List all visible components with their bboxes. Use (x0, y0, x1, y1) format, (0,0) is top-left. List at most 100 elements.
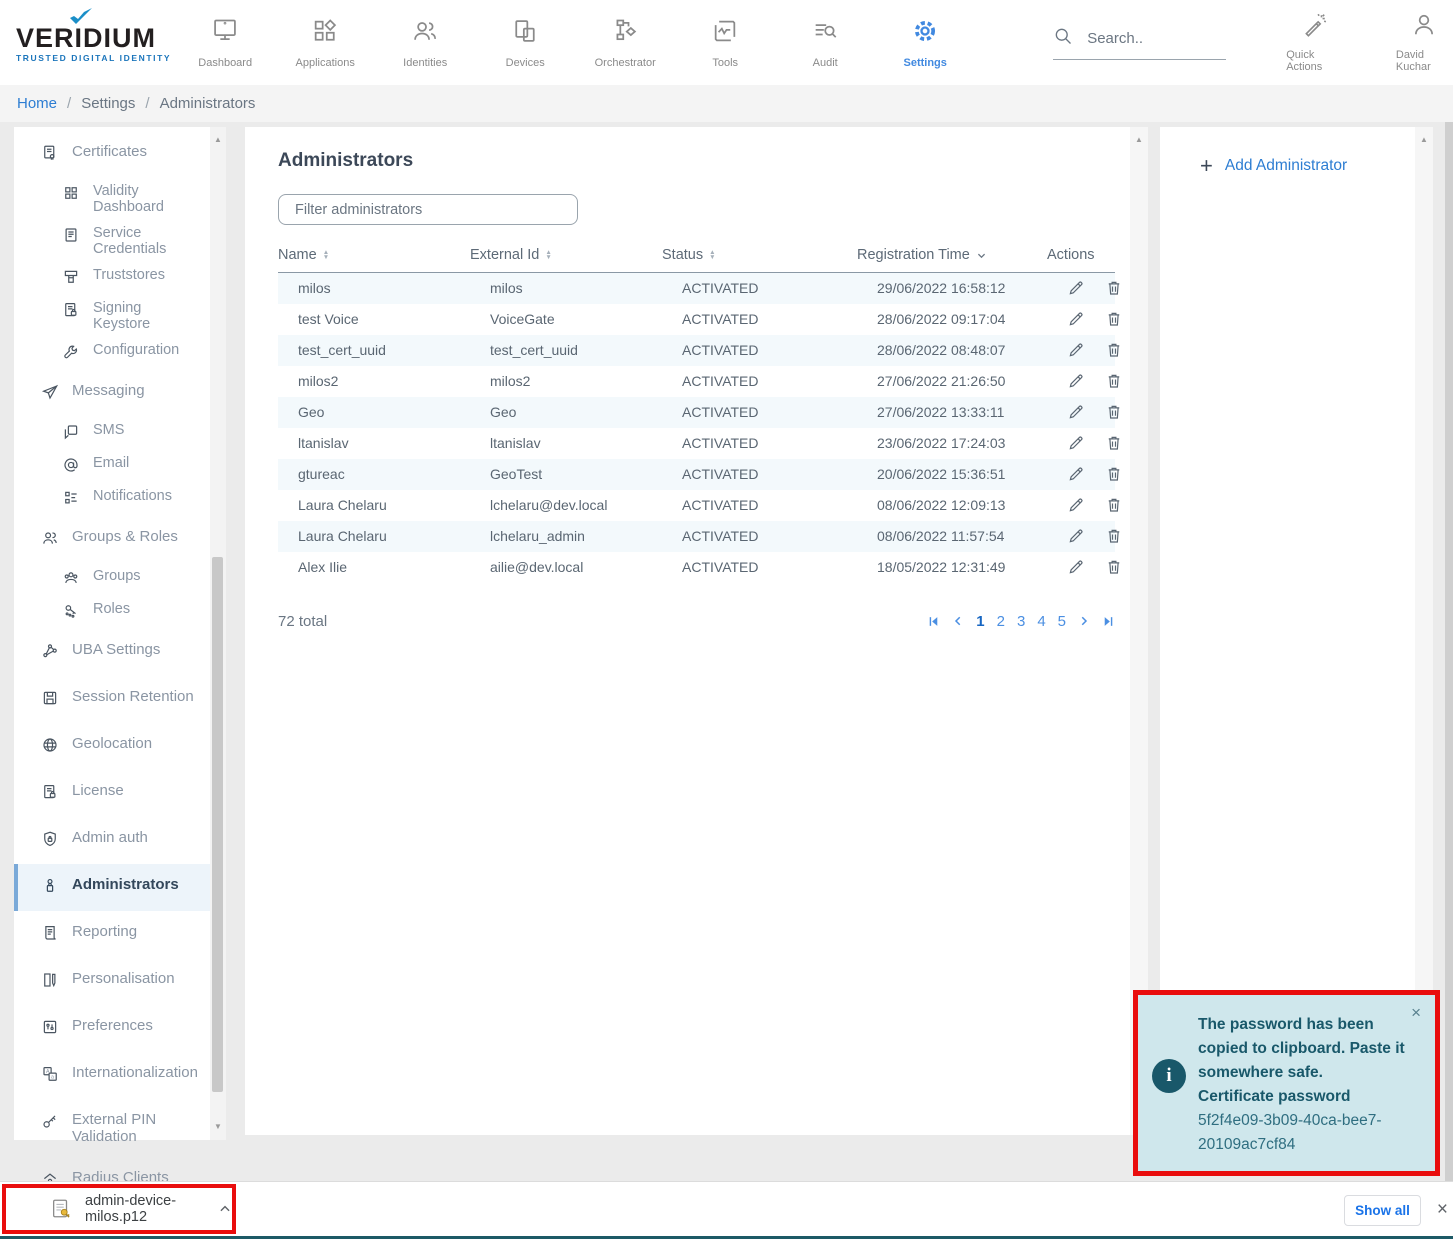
column-header-status[interactable]: Status▲▼ (662, 239, 857, 273)
chevron-up-icon[interactable] (218, 1202, 232, 1216)
sidebar-item-email[interactable]: Email (14, 450, 210, 483)
sidebar-item-license[interactable]: License (14, 770, 210, 817)
nav-devices[interactable]: Devices (475, 17, 575, 69)
edit-button[interactable] (1067, 341, 1085, 359)
first-page-button[interactable] (927, 615, 940, 628)
nav-tools[interactable]: Tools (675, 17, 775, 69)
sidebar-item-validity-dashboard[interactable]: Validity Dashboard (14, 178, 210, 220)
nav-audit[interactable]: Audit (775, 17, 875, 69)
main-scrollbar: ▲ (1130, 127, 1148, 1135)
sidebar-item-preferences[interactable]: Preferences (14, 1005, 210, 1052)
page-scrollbar[interactable] (1445, 122, 1453, 1181)
sidebar-item-session-retention[interactable]: Session Retention (14, 676, 210, 723)
nav-settings[interactable]: Settings (875, 17, 975, 69)
edit-button[interactable] (1067, 279, 1085, 297)
sidebar-scroll-down[interactable]: ▼ (210, 1120, 226, 1134)
admin-row-milos: milosmilosACTIVATED29/06/2022 16:58:12 (278, 273, 1115, 304)
sidebar-item-certificates[interactable]: Certificates (14, 131, 210, 178)
quick-actions-button[interactable]: Quick Actions (1286, 12, 1344, 73)
add-administrator-button[interactable]: + Add Administrator (1160, 127, 1433, 175)
cell-external-id: Geo (470, 397, 662, 428)
search-input[interactable] (1087, 30, 1217, 47)
user-menu[interactable]: David Kuchar (1396, 12, 1453, 73)
cell-status: ACTIVATED (662, 428, 857, 459)
nav-orchestrator[interactable]: Orchestrator (575, 17, 675, 69)
sidebar-item-internationalization[interactable]: AaInternationalization (14, 1052, 210, 1099)
filter-administrators-input[interactable] (278, 194, 578, 225)
dashboard-icon (211, 17, 239, 50)
page-2[interactable]: 2 (997, 613, 1005, 630)
show-all-button[interactable]: Show all (1344, 1195, 1421, 1226)
veridium-logo[interactable]: VERIDIUM TRUSTED DIGITAL IDENTITY (0, 23, 175, 63)
sidebar-item-uba-settings[interactable]: UBA Settings (14, 629, 210, 676)
cell-registration-time: 23/06/2022 17:24:03 (857, 428, 1047, 459)
sidebar-item-messaging[interactable]: Messaging (14, 370, 210, 417)
edit-button[interactable] (1067, 558, 1085, 576)
breadcrumb-settings[interactable]: Settings (81, 95, 135, 112)
delete-button[interactable] (1105, 403, 1123, 421)
page-3[interactable]: 3 (1017, 613, 1025, 630)
delete-button[interactable] (1105, 279, 1123, 297)
column-header-registration-time[interactable]: Registration Time (857, 239, 1047, 273)
sidebar-item-roles[interactable]: Roles (14, 596, 210, 629)
edit-button[interactable] (1067, 527, 1085, 545)
group-icon (62, 569, 80, 591)
detail-scroll-up[interactable]: ▲ (1415, 133, 1433, 147)
toast-close-button[interactable]: × (1411, 1003, 1421, 1023)
sidebar-item-service-credentials[interactable]: Service Credentials (14, 220, 210, 262)
nav-applications[interactable]: Applications (275, 17, 375, 69)
svg-text:a: a (51, 1075, 54, 1081)
next-page-button[interactable] (1078, 615, 1090, 627)
edit-button[interactable] (1067, 372, 1085, 390)
sidebar-item-personalisation[interactable]: Personalisation (14, 958, 210, 1005)
column-header-name[interactable]: Name▲▼ (278, 239, 470, 273)
previous-page-button[interactable] (952, 615, 964, 627)
delete-button[interactable] (1105, 527, 1123, 545)
delete-button[interactable] (1105, 496, 1123, 514)
main-scroll-up[interactable]: ▲ (1130, 133, 1148, 147)
cell-registration-time: 08/06/2022 12:09:13 (857, 490, 1047, 521)
sidebar-item-groups-roles[interactable]: Groups & Roles (14, 516, 210, 563)
breadcrumb-home[interactable]: Home (17, 95, 57, 112)
last-page-button[interactable] (1102, 615, 1115, 628)
breadcrumb-separator: / (145, 95, 149, 112)
delete-button[interactable] (1105, 465, 1123, 483)
column-header-external-id[interactable]: External Id▲▼ (470, 239, 662, 273)
delete-button[interactable] (1105, 558, 1123, 576)
delete-button[interactable] (1105, 372, 1123, 390)
sidebar-item-signing-keystore[interactable]: Signing Keystore (14, 295, 210, 337)
delete-button[interactable] (1105, 341, 1123, 359)
sidebar-item-reporting[interactable]: Reporting (14, 911, 210, 958)
downloaded-file-chip[interactable]: admin-device-milos.p12 (2, 1184, 236, 1234)
sidebar-item-truststores[interactable]: Truststores (14, 262, 210, 295)
sidebar-item-geolocation[interactable]: Geolocation (14, 723, 210, 770)
sidebar-scroll-up[interactable]: ▲ (210, 133, 226, 147)
edit-button[interactable] (1067, 310, 1085, 328)
page-4[interactable]: 4 (1037, 613, 1045, 630)
page-5[interactable]: 5 (1058, 613, 1066, 630)
page-1[interactable]: 1 (976, 613, 984, 630)
sidebar-scroll-thumb[interactable] (212, 557, 223, 1092)
toast-message: The password has been copied to clipboar… (1198, 1016, 1405, 1081)
edit-button[interactable] (1067, 465, 1085, 483)
download-bar-close-button[interactable]: × (1437, 1199, 1448, 1221)
edit-button[interactable] (1067, 434, 1085, 452)
sidebar-item-administrators[interactable]: Administrators (14, 864, 210, 911)
sidebar-item-external-pin-validation[interactable]: External PIN Validation (14, 1099, 210, 1157)
logo-checkmark-icon (68, 8, 94, 31)
cell-name: milos2 (278, 366, 470, 397)
delete-button[interactable] (1105, 310, 1123, 328)
edit-button[interactable] (1067, 403, 1085, 421)
sidebar-item-groups[interactable]: Groups (14, 563, 210, 596)
sort-icon: ▲▼ (545, 250, 551, 260)
sidebar-item-configuration[interactable]: Configuration (14, 337, 210, 370)
delete-button[interactable] (1105, 434, 1123, 452)
nav-dashboard[interactable]: Dashboard (175, 17, 275, 69)
archive-icon (62, 268, 80, 290)
sidebar-item-notifications[interactable]: Notifications (14, 483, 210, 516)
edit-button[interactable] (1067, 496, 1085, 514)
detail-panel: + Add Administrator ▲ (1160, 127, 1433, 1135)
sidebar-item-sms[interactable]: SMS (14, 417, 210, 450)
sidebar-item-admin-auth[interactable]: Admin auth (14, 817, 210, 864)
nav-identities[interactable]: Identities (375, 17, 475, 69)
